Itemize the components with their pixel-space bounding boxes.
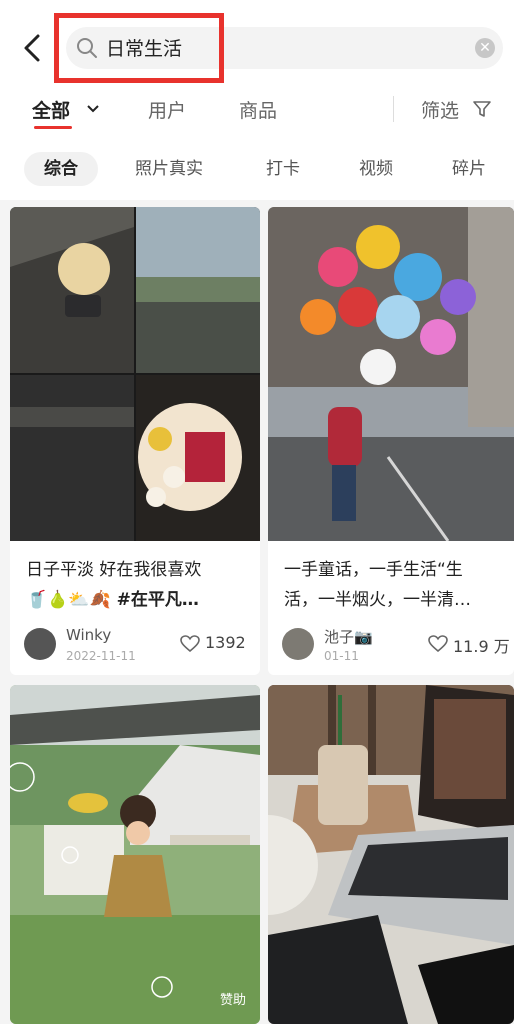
like-count: 11.9 万 — [453, 637, 510, 656]
tab-divider — [393, 96, 394, 122]
note-card[interactable] — [268, 685, 514, 1024]
picnic-photo — [10, 685, 260, 1024]
post-date: 2022-11-11 — [66, 649, 136, 663]
note-title-line2: 活，一半烟火，一半清… — [284, 590, 471, 610]
back-arrow-icon[interactable] — [18, 30, 48, 66]
chip-fragment[interactable]: 碎片 — [452, 152, 486, 186]
avatar[interactable] — [24, 628, 56, 660]
chip-comprehensive[interactable]: 综合 — [24, 152, 98, 186]
note-card[interactable]: 日子平淡 好在我很喜欢 🥤🍐⛅🍂 #在平凡… Winky 2022-11-11 … — [10, 207, 260, 675]
clear-icon[interactable]: ✕ — [475, 38, 495, 58]
search-highlight-box — [54, 13, 224, 83]
filter-button[interactable]: 筛选 — [421, 96, 459, 123]
tab-users[interactable]: 用户 — [148, 96, 186, 123]
heart-icon[interactable] — [180, 635, 200, 653]
collage-photo — [10, 207, 260, 541]
tab-all[interactable]: 全部 — [32, 96, 70, 123]
sponsored-label: 赞助 — [219, 993, 246, 1008]
note-card[interactable]: 赞助 — [10, 685, 260, 1024]
chevron-down-icon[interactable] — [86, 104, 100, 114]
chip-checkin[interactable]: 打卡 — [266, 152, 300, 186]
filter-icon[interactable] — [472, 99, 492, 119]
like-count: 1392 — [205, 633, 246, 652]
note-title: 日子平淡 好在我很喜欢 — [26, 560, 202, 580]
coffee-laptop-photo — [268, 685, 514, 1024]
note-card[interactable]: 一手童话，一手生活“生 活，一半烟火，一半清… 池子📷 01-11 11.9 万 — [268, 207, 514, 675]
result-type-tabs: 全部 用户 商品 筛选 — [0, 90, 514, 138]
tab-products[interactable]: 商品 — [239, 96, 277, 123]
author-name[interactable]: 池子📷 — [324, 626, 373, 647]
heart-icon[interactable] — [428, 635, 448, 653]
post-date: 01-11 — [324, 649, 359, 663]
author-name[interactable]: Winky — [66, 626, 111, 644]
category-chips: 综合 照片真实 打卡 视频 碎片 — [0, 138, 514, 200]
chip-video[interactable]: 视频 — [359, 152, 393, 186]
active-tab-underline — [34, 126, 72, 129]
note-title: 一手童话，一手生活“生 — [284, 560, 463, 580]
chip-real-photo[interactable]: 照片真实 — [135, 152, 203, 186]
balloon-street-photo — [268, 207, 514, 541]
avatar[interactable] — [282, 628, 314, 660]
top-bar: 日常生活 ✕ — [0, 0, 514, 90]
note-title-line2: 🥤🍐⛅🍂 #在平凡… — [26, 590, 199, 610]
